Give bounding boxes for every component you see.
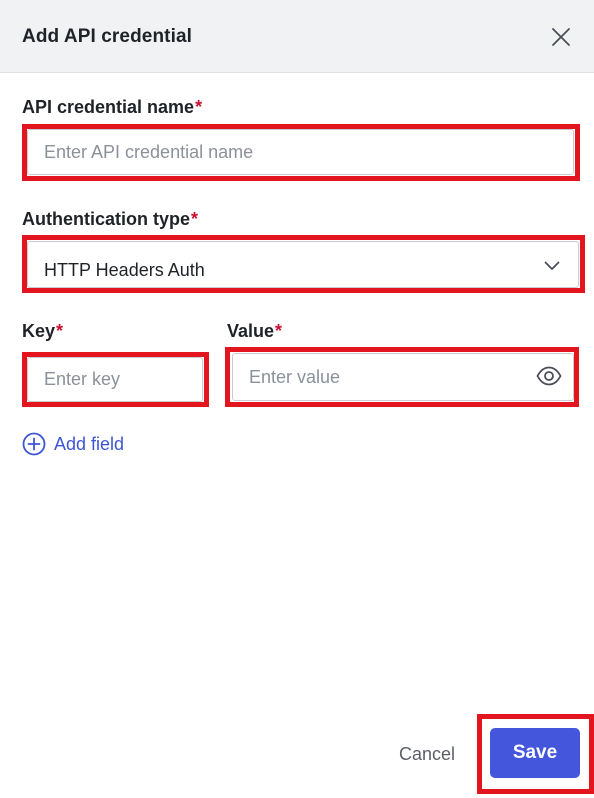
value-label: Value*: [227, 321, 282, 342]
add-field-label: Add field: [54, 433, 125, 454]
credential-name-label: API credential name*: [22, 97, 202, 118]
key-label: Key*: [22, 321, 63, 342]
required-marker: *: [275, 321, 283, 341]
highlight-credential-name: [22, 124, 580, 181]
value-label-text: Value: [227, 321, 275, 341]
close-button[interactable]: [546, 22, 576, 52]
close-icon: [552, 28, 570, 46]
credential-name-label-text: API credential name: [22, 97, 195, 117]
dialog-header: Add API credential: [0, 0, 594, 73]
add-field-button[interactable]: Add field: [22, 431, 124, 457]
highlight-auth-type: [22, 235, 585, 293]
cancel-button[interactable]: Cancel: [388, 735, 466, 773]
auth-type-label: Authentication type*: [22, 209, 198, 230]
highlight-key: [22, 352, 209, 407]
dialog-title: Add API credential: [22, 26, 193, 47]
required-marker: *: [195, 97, 203, 117]
required-marker: *: [56, 321, 64, 341]
highlight-value: [225, 347, 579, 407]
auth-type-label-text: Authentication type: [22, 209, 191, 229]
plus-circle-icon: [22, 432, 46, 456]
highlight-save: [477, 714, 594, 794]
required-marker: *: [191, 209, 199, 229]
key-label-text: Key: [22, 321, 56, 341]
